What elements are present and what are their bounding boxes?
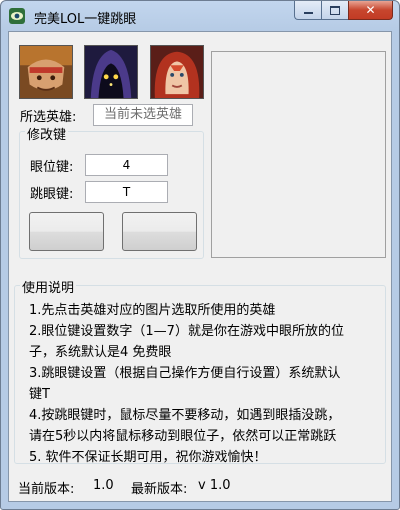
latest-version-label: 最新版本: (131, 482, 188, 497)
hero-3-image (151, 46, 203, 98)
window-title: 完美LOL一键跳眼 (34, 12, 137, 27)
ward-key-label: 眼位键: (30, 160, 74, 175)
hero-portrait-1[interactable] (19, 45, 73, 99)
hotkey-group-title: 修改键 (25, 124, 69, 143)
instruction-line: 4.按跳眼键时，鼠标尽量不要移动，如遇到眼插没跳， (29, 408, 341, 423)
instruction-line: 5. 软件不保证长期可用，祝你游戏愉快！ (29, 450, 267, 465)
client-area: 所选英雄: 当前未选英雄 修改键 眼位键: 4 跳眼键: T 使用说明 1.先点… (8, 31, 392, 502)
maximize-icon (330, 5, 340, 15)
instruction-line: 子，系统默认是4 免费眼 (29, 345, 172, 360)
ward-key-field[interactable]: 4 (85, 154, 168, 176)
app-window: 完美LOL一键跳眼 ✕ 所选英雄: 当前未选英雄 修改键 眼位键: 4 跳眼键:… (0, 0, 400, 510)
close-button[interactable]: ✕ (348, 1, 393, 20)
window-controls: ✕ (294, 1, 393, 21)
current-version-value: 1.0 (93, 478, 114, 493)
close-icon: ✕ (365, 3, 376, 17)
minimize-icon (303, 12, 313, 14)
title-bar: 完美LOL一键跳眼 ✕ (1, 1, 399, 31)
instruction-line: 1.先点击英雄对应的图片选取所使用的英雄 (29, 303, 276, 318)
instructions-title: 使用说明 (20, 277, 77, 296)
hotkey-button-right[interactable] (122, 212, 197, 251)
hotkey-button-left[interactable] (29, 212, 104, 251)
hero-preview-panel (211, 51, 386, 258)
maximize-button[interactable] (321, 1, 348, 20)
latest-version-value: v 1.0 (198, 478, 231, 493)
jump-key-field[interactable]: T (85, 181, 168, 203)
hero-2-image (85, 46, 137, 98)
hero-1-image (20, 46, 72, 98)
minimize-button[interactable] (294, 1, 321, 20)
selected-hero-field[interactable]: 当前未选英雄 (93, 104, 193, 126)
jump-key-label: 跳眼键: (30, 187, 74, 202)
current-version-label: 当前版本: (18, 482, 75, 497)
instruction-line: 请在5秒以内将鼠标移动到眼位子，依然可以正常跳跃 (29, 429, 337, 444)
hero-portrait-2[interactable] (84, 45, 138, 99)
hero-portrait-3[interactable] (150, 45, 204, 99)
app-icon (8, 7, 26, 25)
selected-hero-label: 所选英雄: (20, 110, 77, 125)
instruction-line: 键T (29, 387, 50, 402)
instruction-line: 2.眼位键设置数字（1—7）就是你在游戏中眼所放的位 (29, 324, 344, 339)
instruction-line: 3.跳眼键设置（根据自己操作方便自行设置）系统默认 (29, 366, 341, 381)
